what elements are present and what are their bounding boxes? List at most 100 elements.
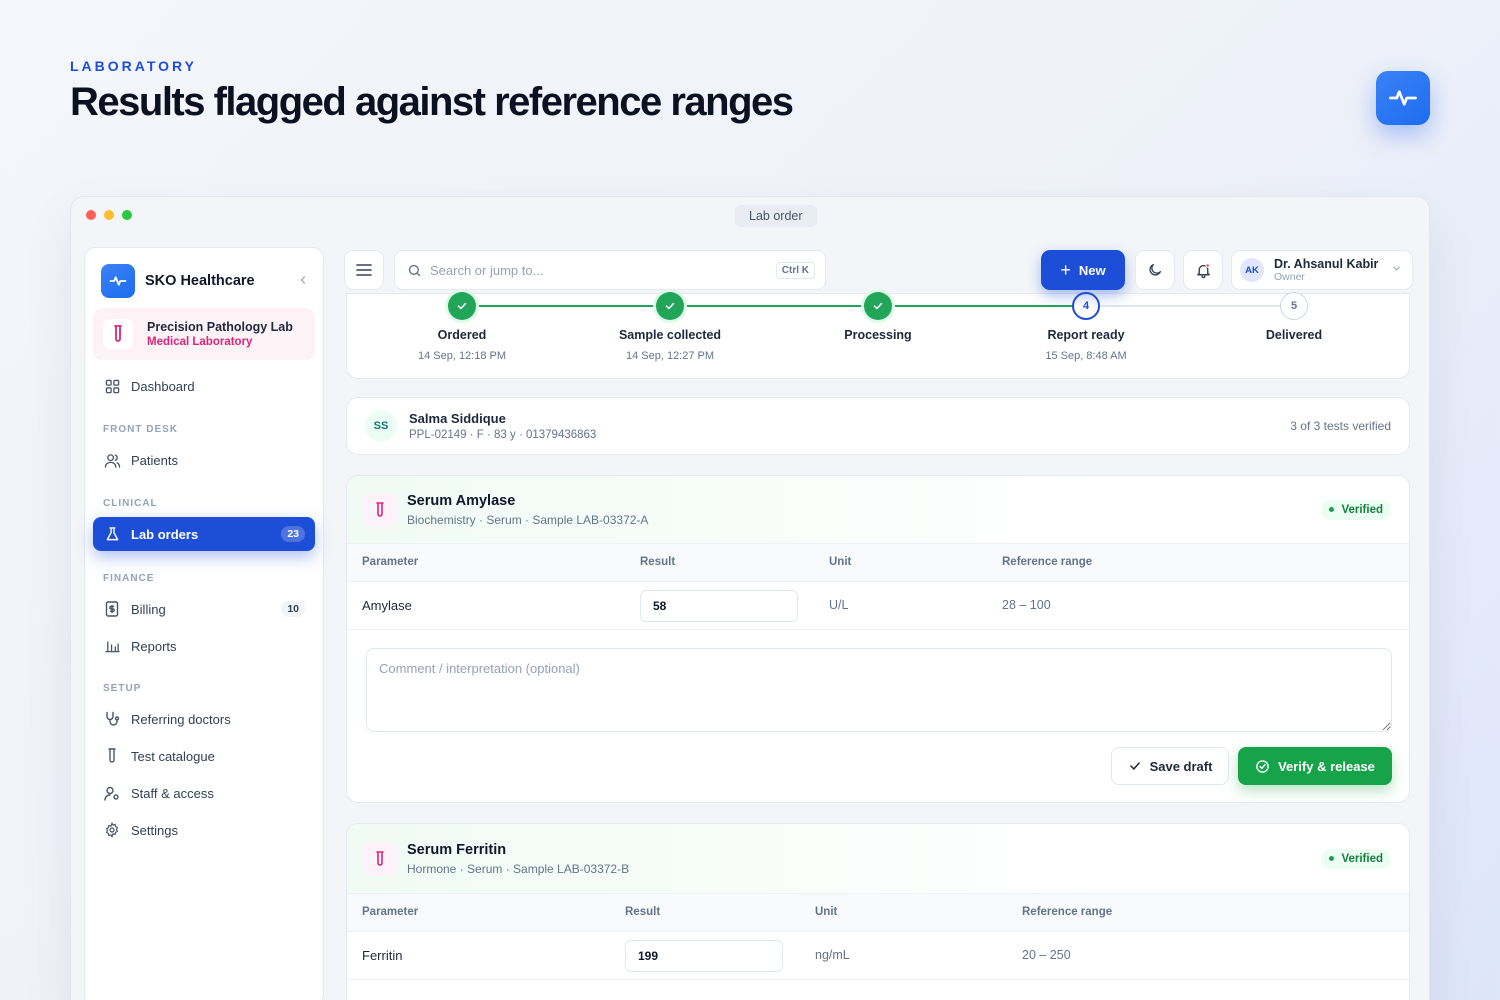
sidebar-item-reports[interactable]: Reports	[93, 629, 315, 663]
reference-range: 20 – 250	[1022, 948, 1071, 962]
window-minimize-button[interactable]	[104, 210, 114, 220]
progress-line-done	[462, 305, 1086, 307]
section-label-finance: FINANCE	[103, 573, 155, 584]
step-label: Sample collected	[618, 328, 722, 342]
step-done-indicator	[864, 292, 892, 320]
column-header-unit: Unit	[815, 906, 838, 918]
chevron-down-icon	[1391, 263, 1402, 277]
hero-title: Results flagged against reference ranges	[70, 80, 794, 124]
sidebar-item-label: Billing	[131, 601, 166, 617]
window-close-button[interactable]	[86, 210, 96, 220]
moon-icon	[1149, 264, 1161, 276]
sidebar-item-referring-doctors[interactable]: Referring doctors	[93, 702, 315, 736]
check-icon	[665, 302, 675, 310]
app-window: Lab order SKO Healthcare Precision Patho…	[70, 196, 1430, 1000]
test-tube-icon	[363, 492, 397, 527]
lab-switcher[interactable]: Precision Pathology Lab Medical Laborato…	[93, 308, 315, 360]
test-subtitle: Biochemistry · Serum · Sample LAB-03372-…	[407, 512, 649, 527]
unit: U/L	[829, 598, 849, 612]
check-icon	[457, 302, 467, 310]
sidebar-item-test-catalogue[interactable]: Test catalogue	[93, 739, 315, 773]
search-icon	[408, 264, 421, 276]
section-label-front-desk: FRONT DESK	[103, 424, 178, 435]
search-input[interactable]	[430, 262, 776, 278]
new-button[interactable]: + New	[1041, 250, 1125, 290]
new-button-label: New	[1078, 262, 1106, 278]
menu-button[interactable]	[344, 250, 384, 290]
bar-chart-icon	[103, 637, 121, 655]
verification-summary: 3 of 3 tests verified	[1290, 419, 1391, 433]
test-card-serum-amylase: Serum Amylase Biochemistry · Serum · Sam…	[346, 475, 1410, 803]
step-label: Ordered	[437, 328, 487, 342]
lab-name: Precision Pathology Lab	[147, 320, 293, 334]
status-label: Verified	[1341, 503, 1383, 516]
test-card-serum-ferritin: Serum Ferritin Hormone · Serum · Sample …	[346, 823, 1410, 1000]
main-content: Ordered 14 Sep, 12:18 PM Sample collecte…	[344, 247, 1416, 1000]
column-header-result: Result	[640, 556, 676, 568]
pulse-icon	[109, 276, 127, 286]
results-table-header: Parameter Result Unit Reference range	[347, 894, 1409, 932]
test-subtitle: Hormone · Serum · Sample LAB-03372-B	[407, 861, 630, 876]
patient-avatar: SS	[365, 410, 397, 442]
chevron-left-icon	[300, 276, 306, 284]
column-header-reference-range: Reference range	[1022, 906, 1113, 918]
column-header-result: Result	[625, 906, 661, 918]
step-time: 14 Sep, 12:18 PM	[417, 350, 507, 362]
plus-icon: +	[1060, 259, 1071, 280]
column-header-unit: Unit	[829, 556, 852, 568]
sidebar-item-dashboard[interactable]: Dashboard	[93, 369, 315, 403]
lab-type: Medical Laboratory	[147, 336, 253, 348]
invoice-icon	[103, 600, 121, 618]
sidebar-item-billing[interactable]: Billing 10	[93, 592, 315, 626]
app-logo	[1376, 71, 1430, 125]
step-future-indicator: 5	[1280, 292, 1308, 320]
sidebar: SKO Healthcare Precision Pathology Lab M…	[84, 247, 324, 1000]
column-header-parameter: Parameter	[362, 906, 419, 918]
result-input[interactable]	[625, 940, 783, 972]
step-time: 15 Sep, 8:48 AM	[1045, 350, 1127, 362]
sidebar-item-label: Reports	[131, 638, 177, 654]
theme-toggle-button[interactable]	[1135, 250, 1175, 290]
column-header-parameter: Parameter	[362, 556, 419, 568]
test-tube-icon	[103, 747, 121, 765]
sidebar-item-lab-orders[interactable]: Lab orders 23	[93, 517, 315, 551]
status-badge: Verified	[1321, 499, 1391, 520]
comment-textarea[interactable]	[366, 648, 1392, 732]
window-titlebar: Lab order	[71, 197, 1429, 235]
gear-icon	[103, 821, 121, 839]
window-maximize-button[interactable]	[122, 210, 132, 220]
sidebar-item-settings[interactable]: Settings	[93, 813, 315, 847]
notifications-button[interactable]	[1183, 250, 1223, 290]
verify-release-button[interactable]: Verify & release	[1238, 747, 1392, 785]
patient-name: Salma Siddique	[409, 411, 506, 426]
parameter-name: Amylase	[362, 598, 412, 613]
sidebar-item-patients[interactable]: Patients	[93, 443, 315, 477]
hamburger-icon	[356, 264, 372, 276]
test-card-header: Serum Amylase Biochemistry · Serum · Sam…	[347, 476, 1409, 544]
status-badge: Verified	[1321, 848, 1391, 869]
search-bar[interactable]: Ctrl K	[394, 250, 826, 290]
user-menu[interactable]: AK Dr. Ahsanul Kabir Owner	[1231, 250, 1413, 290]
verify-release-label: Verify & release	[1278, 758, 1375, 774]
column-header-reference-range: Reference range	[1002, 556, 1093, 568]
bell-icon	[1196, 262, 1210, 278]
sidebar-item-label: Dashboard	[131, 378, 195, 394]
test-name: Serum Amylase	[407, 492, 516, 509]
stethoscope-icon	[103, 710, 121, 728]
sidebar-item-staff-access[interactable]: Staff & access	[93, 776, 315, 810]
brand-name: SKO Healthcare	[145, 273, 255, 289]
test-name: Serum Ferritin	[407, 841, 507, 858]
search-shortcut-hint: Ctrl K	[775, 261, 815, 279]
result-input[interactable]	[640, 590, 798, 622]
save-draft-button[interactable]: Save draft	[1111, 747, 1229, 785]
collapse-sidebar-button[interactable]	[297, 273, 309, 289]
progress-line-remaining	[1086, 305, 1294, 307]
step-current-indicator: 4	[1072, 292, 1100, 320]
table-row: Amylase U/L 28 – 100	[347, 582, 1409, 630]
sidebar-item-label: Settings	[131, 822, 178, 838]
users-icon	[103, 451, 121, 469]
unit: ng/mL	[815, 948, 850, 962]
flask-icon	[103, 525, 121, 543]
sidebar-item-label: Referring doctors	[131, 711, 231, 727]
lab-icon	[103, 319, 133, 349]
